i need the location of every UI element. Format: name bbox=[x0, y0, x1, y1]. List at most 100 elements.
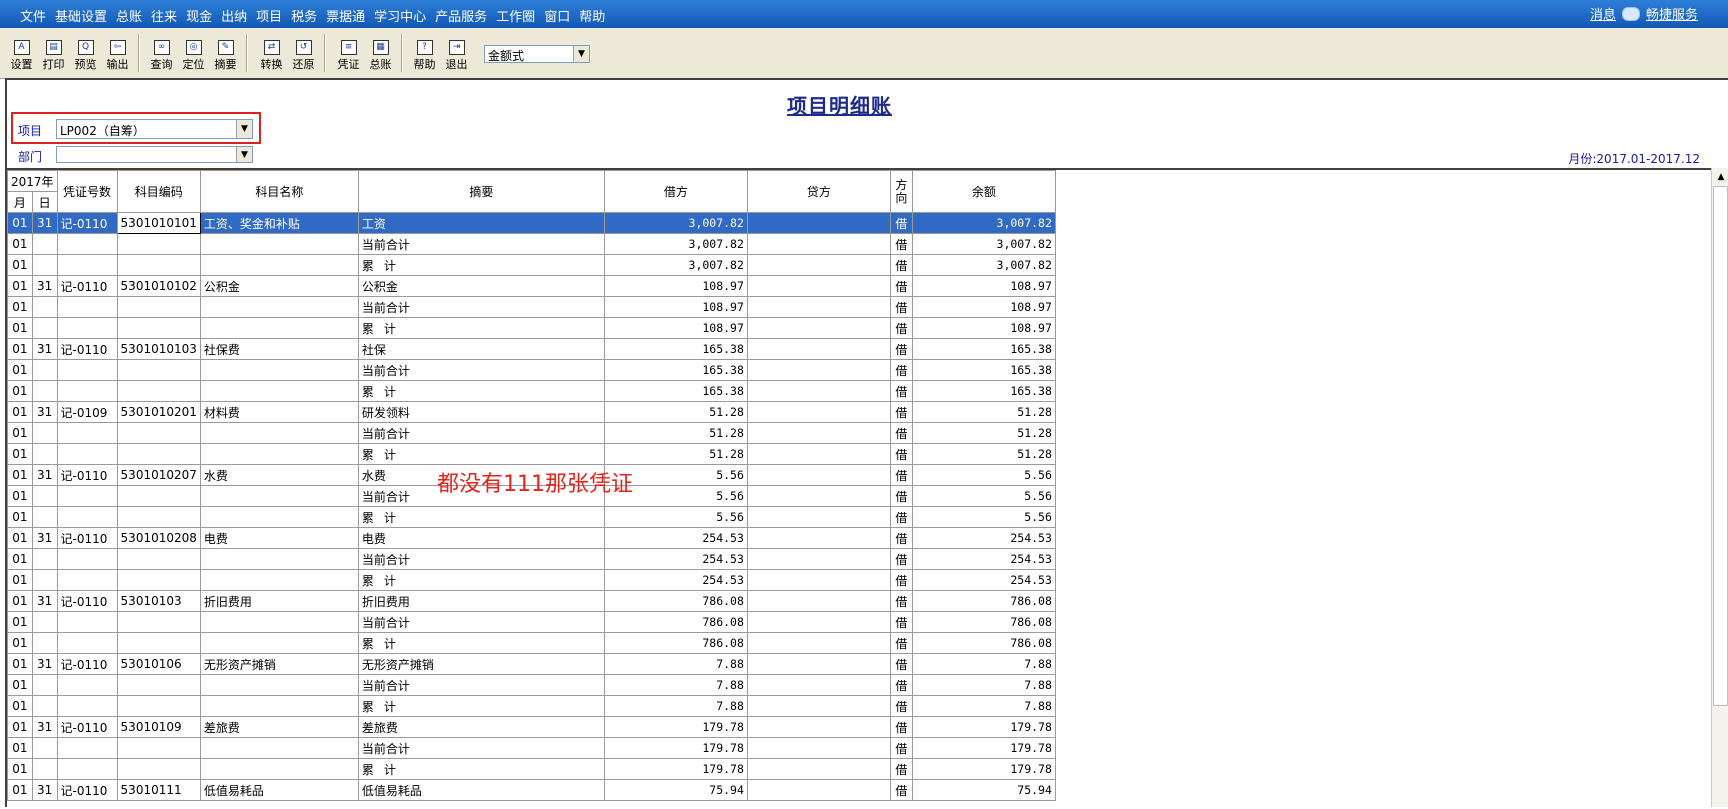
table-row[interactable]: 01 31 记-0110 5301010101 工资、奖金和补贴 工资 3,007.82 借 3… bbox=[7, 212, 1056, 234]
voucher-cell: 记-0110 bbox=[56, 275, 118, 297]
balance-cell: 165.38 bbox=[911, 380, 1056, 402]
table-row[interactable]: 01 累计 254.53 借 254.53 bbox=[7, 569, 1056, 591]
toolbar-button[interactable]: ◎ 定位 bbox=[178, 34, 209, 72]
preview-icon: Q bbox=[77, 40, 94, 55]
menu-item[interactable]: 文件 bbox=[20, 6, 46, 25]
toolbar-button[interactable]: A 设置 bbox=[6, 34, 37, 72]
menu-item[interactable]: 总账 bbox=[116, 6, 142, 25]
toolbar-button-label: 打印 bbox=[42, 58, 65, 71]
table-row[interactable]: 01 当前合计 108.97 借 108.97 bbox=[7, 296, 1056, 318]
chevron-down-icon[interactable]: ▼ bbox=[236, 147, 252, 162]
menu-item[interactable]: 现金 bbox=[186, 6, 212, 25]
table-row[interactable]: 01 31 记-0109 5301010201 材料费 研发领料 51.28 借 51.28 bbox=[7, 401, 1056, 423]
day-cell: 31 bbox=[31, 779, 58, 801]
table-row[interactable]: 01 累计 5.56 借 5.56 bbox=[7, 506, 1056, 528]
code-cell bbox=[116, 632, 201, 654]
balance-cell: 3,007.82 bbox=[911, 212, 1056, 234]
format-select[interactable]: 金额式 ▼ bbox=[484, 45, 590, 63]
scroll-up-icon[interactable]: ▲ bbox=[1712, 168, 1728, 185]
name-cell bbox=[199, 506, 359, 528]
message-link[interactable]: 消息 bbox=[1590, 4, 1616, 23]
voucher-cell bbox=[56, 758, 118, 780]
table-row[interactable]: 01 累计 7.88 借 7.88 bbox=[7, 695, 1056, 717]
table-row[interactable]: 01 当前合计 786.08 借 786.08 bbox=[7, 611, 1056, 633]
summary-cell: 折旧费用 bbox=[357, 590, 605, 612]
toolbar-button[interactable]: Q 预览 bbox=[70, 34, 101, 72]
menu-item[interactable]: 帮助 bbox=[579, 6, 605, 25]
code-cell: 5301010201 bbox=[116, 401, 201, 423]
voucher-cell: 记-0110 bbox=[56, 338, 118, 360]
table-row[interactable]: 01 31 记-0110 5301010102 公积金 公积金 108.97 借 108.97 bbox=[7, 275, 1056, 297]
menu-item[interactable]: 往来 bbox=[151, 6, 177, 25]
table-row[interactable]: 01 31 记-0110 53010106 无形资产摊销 无形资产摊销 7.88 借 7.88 bbox=[7, 653, 1056, 675]
table-row[interactable]: 01 当前合计 51.28 借 51.28 bbox=[7, 422, 1056, 444]
menu-bar: 文件 基础设置 总账 往来 现金 出纳 项目 税务 票据通 学习中心 产品服务 工作圈 窗口 帮助 消息 … bbox=[0, 0, 1728, 28]
convert-icon: ⇄ bbox=[263, 40, 280, 55]
table-row[interactable]: 01 当前合计 3,007.82 借 3,007.82 bbox=[7, 233, 1056, 255]
menu-item[interactable]: 出纳 bbox=[221, 6, 247, 25]
name-cell bbox=[199, 611, 359, 633]
day-cell: 31 bbox=[31, 527, 58, 549]
code-cell bbox=[116, 443, 201, 465]
toolbar-button[interactable]: ⇄ 转换 bbox=[256, 34, 287, 72]
toolbar-button[interactable]: ≡ 凭证 bbox=[333, 34, 364, 72]
table-row[interactable]: 01 31 记-0110 5301010103 社保费 社保 165.38 借 165.38 bbox=[7, 338, 1056, 360]
summary-cell: 研发领料 bbox=[357, 401, 605, 423]
chevron-down-icon[interactable]: ▼ bbox=[236, 120, 252, 138]
day-cell bbox=[31, 506, 58, 528]
toolbar-button[interactable]: ✎ 摘要 bbox=[210, 34, 241, 72]
table-row[interactable]: 01 当前合计 7.88 借 7.88 bbox=[7, 674, 1056, 696]
table-row[interactable]: 01 累计 786.08 借 786.08 bbox=[7, 632, 1056, 654]
dept-combo[interactable]: ▼ bbox=[56, 146, 253, 163]
toolbar-button[interactable]: ⇥ 退出 bbox=[441, 34, 472, 72]
table-row[interactable]: 01 累计 51.28 借 51.28 bbox=[7, 443, 1056, 465]
voucher-icon: ≡ bbox=[340, 40, 357, 55]
toolbar-button[interactable]: ∞ 查询 bbox=[146, 34, 177, 72]
chevron-down-icon[interactable]: ▼ bbox=[573, 46, 589, 62]
table-row[interactable]: 01 31 记-0110 53010111 低值易耗品 低值易耗品 75.94 借 75.94 bbox=[7, 779, 1056, 801]
debit-cell: 108.97 bbox=[603, 275, 748, 297]
table-row[interactable]: 01 当前合计 254.53 借 254.53 bbox=[7, 548, 1056, 570]
debit-cell: 7.88 bbox=[603, 674, 748, 696]
table-row[interactable]: 01 31 记-0110 53010103 折旧费用 折旧费用 786.08 借 786.08 bbox=[7, 590, 1056, 612]
toolbar-button[interactable]: ↺ 还原 bbox=[288, 34, 319, 72]
day-header: 日 bbox=[31, 191, 58, 213]
debit-cell: 165.38 bbox=[603, 359, 748, 381]
table-row[interactable]: 01 累计 179.78 借 179.78 bbox=[7, 758, 1056, 780]
locate-icon: ◎ bbox=[185, 40, 202, 55]
toolbar-button[interactable]: ▤ 打印 bbox=[38, 34, 69, 72]
toolbar-button[interactable]: ? 帮助 bbox=[409, 34, 440, 72]
toolbar-button[interactable]: ▦ 总账 bbox=[365, 34, 396, 72]
menu-item[interactable]: 产品服务 bbox=[435, 6, 487, 25]
summary-cell: 当前合计 bbox=[357, 296, 605, 318]
menu-item[interactable]: 学习中心 bbox=[374, 6, 426, 25]
balance-header: 余额 bbox=[911, 170, 1056, 213]
debit-cell: 786.08 bbox=[603, 611, 748, 633]
table-row[interactable]: 01 累计 3,007.82 借 3,007.82 bbox=[7, 254, 1056, 276]
scroll-thumb[interactable] bbox=[1713, 186, 1728, 706]
project-label: 项目 bbox=[18, 124, 43, 138]
table-row[interactable]: 01 31 记-0110 53010109 差旅费 差旅费 179.78 借 179.78 bbox=[7, 716, 1056, 738]
chat-icon[interactable] bbox=[1621, 6, 1640, 21]
table-row[interactable]: 01 累计 165.38 借 165.38 bbox=[7, 380, 1056, 402]
voucher-cell bbox=[56, 254, 118, 276]
code-cell: 5301010101 bbox=[116, 212, 201, 234]
period-label: 月份:2017.01-2017.12 bbox=[1568, 152, 1700, 166]
table-row[interactable]: 01 当前合计 179.78 借 179.78 bbox=[7, 737, 1056, 759]
table-row[interactable]: 01 当前合计 165.38 借 165.38 bbox=[7, 359, 1056, 381]
menu-item[interactable]: 窗口 bbox=[544, 6, 570, 25]
menu-item[interactable]: 基础设置 bbox=[55, 6, 107, 25]
project-combo[interactable]: LP002（自筹） ▼ bbox=[56, 119, 253, 139]
debit-cell: 254.53 bbox=[603, 548, 748, 570]
table-row[interactable]: 01 累计 108.97 借 108.97 bbox=[7, 317, 1056, 339]
service-link[interactable]: 畅捷服务 bbox=[1646, 4, 1698, 23]
vertical-scrollbar[interactable]: ▲ bbox=[1711, 168, 1728, 807]
menu-item[interactable]: 项目 bbox=[256, 6, 282, 25]
menu-item[interactable]: 工作圈 bbox=[496, 6, 535, 25]
table-row[interactable]: 01 31 记-0110 5301010208 电费 电费 254.53 借 254.53 bbox=[7, 527, 1056, 549]
month-cell: 01 bbox=[7, 338, 33, 360]
menu-item[interactable]: 票据通 bbox=[326, 6, 365, 25]
voucher-cell bbox=[56, 485, 118, 507]
toolbar-button[interactable]: ⇦ 输出 bbox=[102, 34, 133, 72]
menu-item[interactable]: 税务 bbox=[291, 6, 317, 25]
